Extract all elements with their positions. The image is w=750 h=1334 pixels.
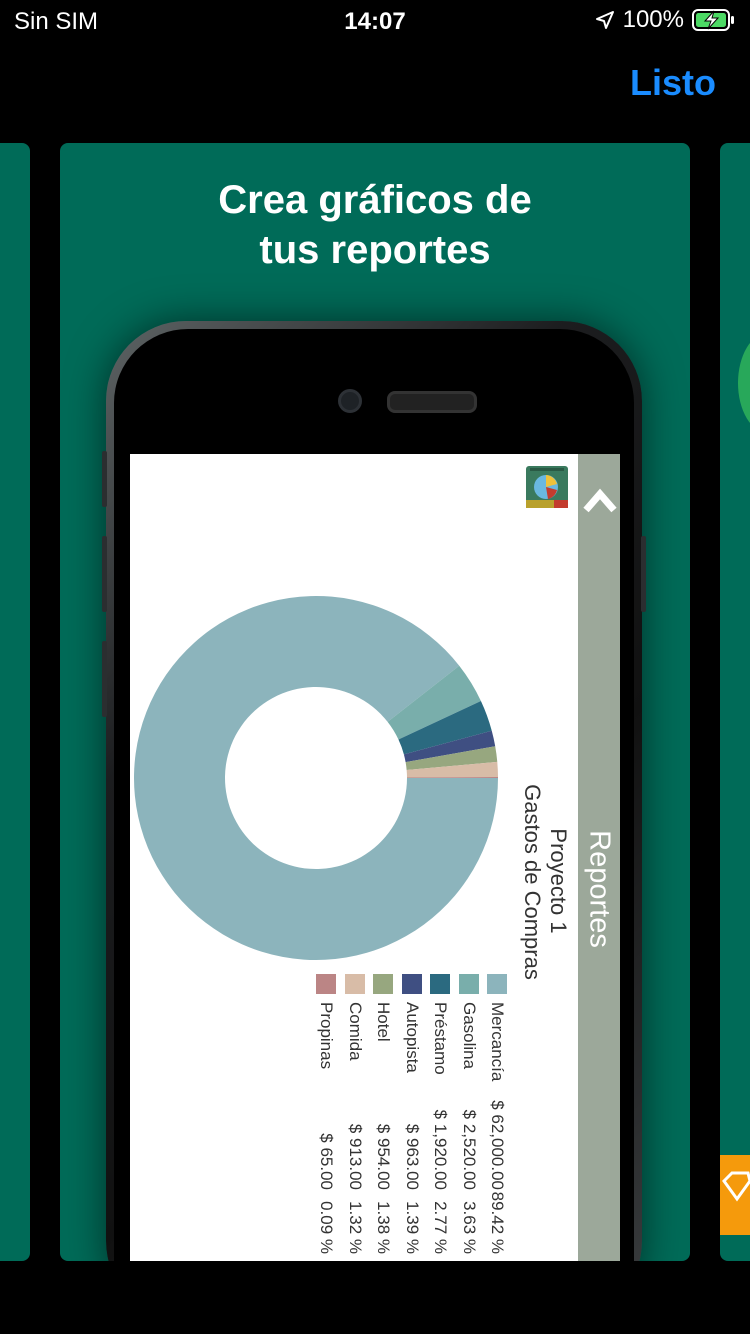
card-headline: Crea gráficos de tus reportes <box>60 175 690 275</box>
previous-screenshot-card[interactable] <box>0 143 30 1261</box>
legend-label: Préstamo <box>431 1002 450 1075</box>
legend-amount: $ 65.00 <box>317 1133 336 1190</box>
volume-down-button <box>102 641 107 717</box>
volume-up-button <box>102 536 107 612</box>
legend-percent: 0.09 % <box>317 1201 336 1254</box>
phone-screen: Reportes Proyecto 1 Gastos de Compras Me… <box>130 454 620 1261</box>
earpiece-speaker <box>387 391 477 413</box>
legend-label: Gasolina <box>459 1002 479 1070</box>
legend-item: Autopista $ 963.00 1.39 % <box>401 974 423 1261</box>
location-arrow-icon <box>595 11 614 29</box>
headline-line-2: tus reportes <box>259 228 491 272</box>
legend-amount: $ 963.00 <box>402 1123 422 1190</box>
status-right: 100% <box>595 6 736 34</box>
legend-swatch <box>430 974 450 994</box>
legend-amount: $ 913.00 <box>345 1123 365 1190</box>
legend-label: Hotel <box>374 1002 393 1042</box>
legend-percent: 1.39 % <box>402 1201 422 1254</box>
battery-percentage: 100% <box>622 6 684 33</box>
legend-amount: $ 62,000.00 <box>488 1100 507 1190</box>
power-button <box>641 536 646 612</box>
legend-item: Gasolina $ 2,520.00 3.63 % <box>458 974 480 1261</box>
battery-charging-icon <box>692 9 734 31</box>
front-camera <box>338 389 362 413</box>
diamond-badge-icon <box>720 1155 750 1235</box>
legend-swatch <box>401 974 422 994</box>
legend-item: Hotel $ 954.00 1.38 % <box>372 974 394 1261</box>
screenshot-card[interactable]: Crea gráficos de tus reportes Reportes P… <box>60 143 690 1261</box>
legend-swatch <box>344 974 365 994</box>
legend-label: Comida <box>345 1002 365 1061</box>
next-screenshot-card[interactable] <box>720 143 750 1261</box>
legend-percent: 89.42 % <box>488 1191 507 1254</box>
legend-amount: $ 1,920.00 <box>431 1109 450 1190</box>
legend-label: Mercancía <box>488 1002 507 1082</box>
mute-switch <box>102 451 107 507</box>
legend-item: Comida $ 913.00 1.32 % <box>344 974 366 1261</box>
legend-label: Propinas <box>317 1002 336 1070</box>
legend-amount: $ 2,520.00 <box>459 1109 479 1190</box>
green-circle-icon <box>738 333 750 433</box>
legend-label: Autopista <box>402 1002 422 1073</box>
legend-item: Préstamo $ 1,920.00 2.77 % <box>429 974 451 1261</box>
legend-percent: 1.38 % <box>374 1201 393 1254</box>
legend-swatch <box>487 974 507 994</box>
legend-percent: 2.77 % <box>431 1201 450 1254</box>
done-button[interactable]: Listo <box>630 62 716 104</box>
legend-swatch <box>316 974 336 994</box>
legend-amount: $ 954.00 <box>374 1123 393 1190</box>
legend-percent: 3.63 % <box>459 1201 479 1254</box>
legend-item: Propinas $ 65.00 0.09 % <box>315 974 337 1261</box>
chevron-up-icon <box>583 488 617 513</box>
report-title-text: Reportes <box>583 830 616 948</box>
legend-item: Mercancía $ 62,000.00 89.42 % <box>486 974 508 1261</box>
legend-percent: 1.32 % <box>345 1201 365 1254</box>
legend-swatch <box>458 974 479 994</box>
status-bar: Sin SIM 14:07 100% <box>0 0 750 44</box>
headline-line-1: Crea gráficos de <box>218 178 532 222</box>
legend-swatch <box>373 974 393 994</box>
